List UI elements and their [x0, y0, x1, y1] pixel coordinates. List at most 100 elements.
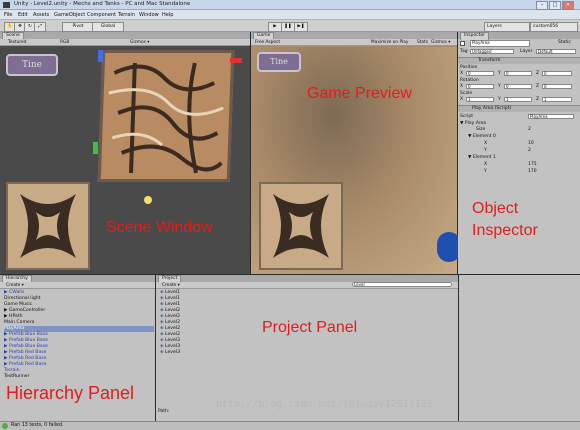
global-toggle[interactable]: Global	[92, 22, 124, 32]
project-panel-label: Project Panel	[262, 319, 358, 336]
menu-gameobject[interactable]: GameObject	[54, 12, 85, 18]
step-button[interactable]: ▶❚	[294, 22, 308, 32]
light-icon[interactable]	[144, 196, 152, 204]
size-label: Size	[476, 127, 486, 132]
play-area-foldout[interactable]: ▼ Play Area	[460, 121, 486, 126]
project-item-label: Level1	[165, 296, 181, 301]
hierarchy-item[interactable]: TestRunner	[4, 374, 154, 380]
stats-toggle[interactable]: Stats	[417, 40, 428, 45]
project-item-label: Level2	[165, 332, 181, 337]
tag-dropdown[interactable]: Untagged	[470, 49, 514, 54]
project-tabstrip: Project	[156, 275, 458, 283]
project-toolbar: Create ▾ Level	[156, 282, 458, 289]
game-tile-label: Tine	[257, 52, 301, 72]
menu-assets[interactable]: Assets	[33, 12, 49, 18]
project-item[interactable]: ◈ Level3	[160, 350, 280, 356]
title-bar: Unity - Level2.unity - Mechs and Tanks -…	[0, 0, 580, 10]
element-1-x-value[interactable]: 175	[528, 162, 537, 167]
game-toolbar: Free Aspect Maximize on Play Stats Gizmo…	[251, 39, 457, 46]
element-0-y-value[interactable]: 2	[528, 148, 531, 153]
tile-pattern	[20, 194, 76, 258]
game-tile-pattern	[273, 194, 329, 258]
pivot-toggle[interactable]: Pivot	[62, 22, 94, 32]
script-component-header[interactable]: Play Area (Script)	[458, 105, 580, 112]
hierarchy-create-dropdown[interactable]: Create ▾	[6, 283, 24, 288]
menu-component[interactable]: Component	[87, 12, 116, 18]
position-z-field[interactable]: 0	[542, 71, 572, 76]
minimize-button[interactable]: –	[536, 1, 548, 10]
static-toggle[interactable]: Static	[558, 40, 571, 45]
position-y-field[interactable]: 0	[504, 71, 532, 76]
layers-dropdown[interactable]: Layers	[484, 22, 530, 32]
rgb-dropdown[interactable]: RGB	[60, 40, 69, 45]
project-search-input[interactable]: Level	[352, 282, 452, 287]
menu-help[interactable]: Help	[162, 12, 173, 18]
scale-label: Scale	[460, 91, 473, 96]
scale-tool-icon[interactable]: ⤢	[34, 22, 46, 32]
toolbar: ✋ ✥ ↻ ⤢ Pivot Global ▶ ❚❚ ▶❚ Layers cust…	[0, 20, 580, 32]
active-checkbox[interactable]	[460, 41, 465, 46]
close-button[interactable]: ✕	[562, 1, 574, 10]
level-map[interactable]	[97, 50, 235, 182]
level-map-walls	[108, 62, 224, 174]
inspector-panel: Inspector PlayArea Static Tag Untagged L…	[458, 32, 580, 274]
rotation-z-field[interactable]: 0	[542, 84, 572, 89]
hierarchy-tabstrip: Hierarchy	[0, 275, 155, 283]
inspector-tabstrip: Inspector	[458, 32, 580, 40]
scene-tile-label: Tine	[6, 54, 58, 76]
tab-inspector[interactable]: Inspector	[460, 32, 489, 40]
maximize-button[interactable]: □	[549, 1, 561, 10]
gizmo-z-arrow[interactable]	[98, 50, 103, 62]
gizmo-x-arrow[interactable]	[230, 58, 242, 63]
scene-panel: Scene Textured RGB Gizmos ▾ Tine Scene W…	[0, 32, 250, 274]
pause-button[interactable]: ❚❚	[281, 22, 295, 32]
game-gizmos-dropdown[interactable]: Gizmos ▾	[431, 40, 450, 45]
project-item-label: Level2	[165, 308, 181, 313]
scene-window-label: Scene Window	[106, 219, 213, 236]
tag-label: Tag	[460, 49, 468, 54]
unity-app-icon	[3, 2, 10, 8]
element-0-foldout[interactable]: ▼ Element 0	[468, 134, 496, 139]
project-item-label: Level1	[165, 302, 181, 307]
window-title: Unity - Level2.unity - Mechs and Tanks -…	[14, 1, 191, 7]
empty-panel-area	[459, 275, 580, 421]
rotation-x-field[interactable]: 0	[466, 84, 494, 89]
menu-bar: File Edit Assets GameObject Component Te…	[0, 10, 580, 20]
object-name-field[interactable]: PlayArea	[470, 40, 530, 47]
transform-header[interactable]: Transform	[458, 57, 580, 64]
menu-file[interactable]: File	[4, 12, 12, 18]
game-preview-label: Game Preview	[307, 85, 412, 102]
rotation-label: Rotation	[460, 78, 479, 83]
rotation-y-field[interactable]: 0	[504, 84, 532, 89]
scale-y-field[interactable]: 1	[504, 97, 532, 102]
game-tile-image	[259, 182, 343, 270]
menu-edit[interactable]: Edit	[18, 12, 28, 18]
maximize-on-play-toggle[interactable]: Maximize on Play	[371, 40, 408, 45]
play-button[interactable]: ▶	[268, 22, 282, 32]
size-value[interactable]: 2	[528, 127, 531, 132]
scale-z-field[interactable]: 1	[542, 97, 572, 102]
element-0-x-value[interactable]: 10	[528, 141, 534, 146]
position-x-field[interactable]: 0	[466, 71, 494, 76]
element-1-foldout[interactable]: ▼ Element 1	[468, 155, 496, 160]
hierarchy-panel-label: Hierarchy Panel	[6, 383, 135, 403]
project-item-label: Level3	[165, 344, 181, 349]
menu-window[interactable]: Window	[139, 12, 159, 18]
scene-gizmos-dropdown[interactable]: Gizmos ▾	[130, 40, 149, 45]
layer-dropdown[interactable]: Default	[536, 49, 576, 54]
menu-terrain[interactable]: Terrain	[118, 12, 135, 18]
project-item-label: Level3	[165, 350, 181, 355]
project-item-label: Level2	[165, 320, 181, 325]
scale-x-field[interactable]: 1	[466, 97, 494, 102]
render-mode-dropdown[interactable]: Textured	[8, 40, 26, 45]
project-create-dropdown[interactable]: Create ▾	[162, 283, 180, 288]
status-bar: Ran 13 tests, 0 failed.	[0, 421, 580, 430]
hierarchy-tree: ▶ CWalls Directional light Game Music ▶ Gam…	[4, 290, 154, 380]
aspect-dropdown[interactable]: Free Aspect	[255, 40, 280, 45]
game-tabstrip: Game	[251, 32, 457, 40]
layer-label: Layer	[520, 49, 533, 54]
element-1-y-value[interactable]: 170	[528, 169, 537, 174]
script-field[interactable]: PlayArea	[528, 114, 574, 119]
layout-dropdown[interactable]: custom056	[530, 22, 578, 32]
gizmo-y-arrow[interactable]	[93, 142, 98, 154]
